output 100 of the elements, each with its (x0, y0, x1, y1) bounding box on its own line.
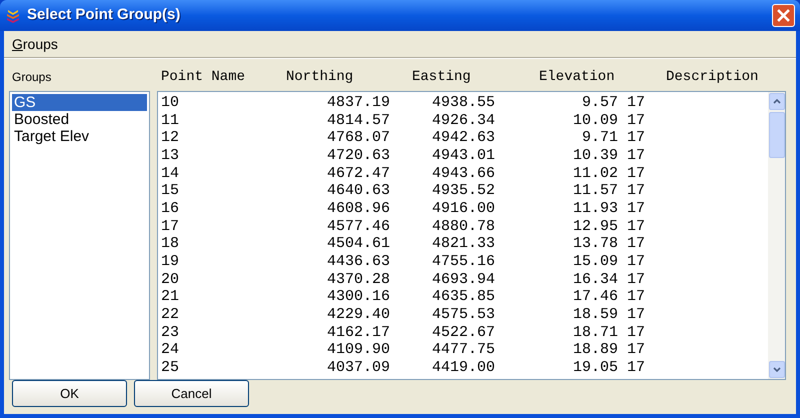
window-title: Select Point Group(s) (27, 5, 180, 26)
table-cell: 16.34 (572, 270, 618, 288)
table-cell: 24 (161, 341, 180, 358)
table-cell: 11.93 (572, 200, 618, 217)
table-cell: 19 (161, 252, 180, 270)
table-cell: 10.39 (572, 146, 618, 164)
table-cell: 17 (627, 164, 646, 182)
menu-item[interactable]: Groups (11, 34, 59, 54)
table-cell: 9.57 (582, 94, 618, 111)
table-cell: 17 (627, 94, 646, 111)
dialog-button[interactable]: Cancel (134, 380, 249, 407)
table-cell: 17 (627, 129, 646, 146)
table-cell: 12 (161, 129, 180, 146)
table-cell: 17 (627, 341, 646, 358)
column-header: Northing (286, 69, 354, 85)
table-cell: 14 (161, 164, 180, 182)
group-item[interactable]: Target Elev (12, 128, 147, 145)
chevron-up-icon (772, 99, 780, 104)
table-cell: 12.95 (572, 218, 618, 235)
table-cell: 19.05 (572, 358, 618, 376)
table-cell: 17 (627, 358, 646, 376)
table-cell: 4477.75 (432, 341, 495, 358)
table-cell: 4693.94 (432, 270, 495, 288)
table-cell: 4577.46 (326, 218, 390, 235)
table-cell: 20 (161, 270, 180, 288)
table-cell: 17 (627, 146, 646, 164)
table-cell: 4635.85 (432, 288, 495, 306)
table-cell: 4575.53 (432, 306, 495, 323)
stack-icon (5, 8, 21, 24)
group-item[interactable]: GS (12, 94, 147, 111)
table-cell: 4672.47 (326, 164, 390, 182)
table-cell: 4821.33 (432, 235, 495, 252)
table-cell: 13 (161, 146, 180, 164)
table-cell: 25 (161, 358, 180, 376)
table-cell: 13.78 (572, 235, 618, 252)
table-cell: 4300.16 (326, 288, 390, 306)
table-cell: 10.09 (572, 112, 618, 129)
table-cell: 21 (161, 288, 180, 306)
table-cell: 4916.00 (432, 200, 495, 217)
table-cell: 4436.63 (326, 252, 390, 270)
table-cell: 4935.52 (432, 182, 495, 200)
scroll-up-button[interactable] (768, 93, 784, 110)
dialog-button[interactable]: OK (12, 380, 127, 407)
scroll-down-button[interactable] (768, 361, 784, 378)
table-cell: 4370.28 (326, 270, 390, 288)
table-cell: 4943.01 (432, 146, 495, 164)
table-cell: 4162.17 (326, 324, 390, 341)
table-cell: 17 (627, 270, 646, 288)
table-cell: 17 (627, 218, 646, 235)
table-cell: 11 (161, 112, 180, 129)
table-cell: 18.71 (572, 324, 618, 341)
table-cell: 4755.16 (432, 252, 495, 270)
table-cell: 11.57 (572, 182, 618, 200)
table-cell: 4419.00 (432, 358, 495, 376)
scroll-thumb[interactable] (768, 112, 784, 158)
table-cell: 15 (161, 182, 180, 200)
column-header: Description (666, 69, 758, 85)
table-cell: 17 (627, 306, 646, 323)
table-cell: 23 (161, 324, 180, 341)
table-cell: 11.02 (572, 164, 618, 182)
table-cell: 4229.40 (326, 306, 390, 323)
column-header: Point Name (161, 69, 246, 85)
table-cell: 4942.63 (432, 129, 495, 146)
table-cell: 4720.63 (326, 146, 390, 164)
table-cell: 18.89 (572, 341, 618, 358)
table-cell: 4814.57 (326, 112, 390, 129)
table-cell: 16 (161, 200, 180, 217)
table-cell: 17 (627, 288, 646, 306)
column-header: Easting (412, 69, 471, 85)
table-cell: 18 (161, 235, 180, 252)
table-cell: 22 (161, 306, 180, 323)
table-cell: 17 (627, 235, 646, 252)
table-cell: 4837.19 (326, 94, 390, 111)
group-item[interactable]: Boosted (12, 111, 147, 128)
table-cell: 17 (627, 182, 646, 200)
table-cell: 4768.07 (326, 129, 390, 146)
table-cell: 4504.61 (326, 235, 390, 252)
table-cell: 4608.96 (326, 200, 390, 217)
close-button[interactable] (772, 4, 795, 27)
table-cell: 17 (627, 324, 646, 341)
table-cell: 4938.55 (432, 94, 495, 111)
table-cell: 17 (627, 112, 646, 129)
table-cell: 17 (627, 252, 646, 270)
table-cell: 4109.90 (326, 341, 390, 358)
table-cell: 9.71 (582, 129, 618, 146)
table-cell: 4943.66 (432, 164, 495, 182)
scrollbar[interactable] (768, 92, 785, 379)
table-cell: 4640.63 (326, 182, 390, 200)
table-cell: 17 (627, 200, 646, 217)
table-cell: 4522.67 (432, 324, 495, 341)
table-cell: 15.09 (572, 252, 618, 270)
table-cell: 4880.78 (432, 218, 495, 235)
table-cell: 4037.09 (326, 358, 390, 376)
table-cell: 17 (161, 218, 180, 235)
groups-label: Groups (11, 69, 52, 86)
table-cell: 18.59 (572, 306, 618, 323)
chevron-down-icon (772, 367, 780, 372)
column-header: Elevation (539, 69, 615, 85)
table-cell: 4926.34 (432, 112, 495, 129)
table-cell: 10 (161, 94, 180, 111)
